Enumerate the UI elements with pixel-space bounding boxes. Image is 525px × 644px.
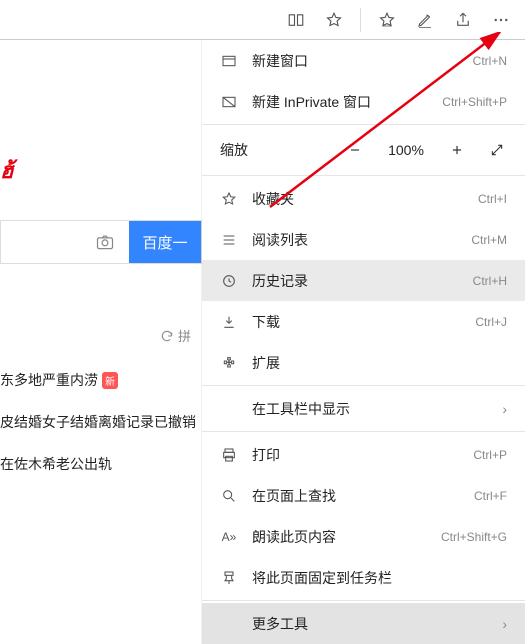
- menu-divider: [202, 385, 525, 386]
- notes-button[interactable]: [407, 2, 443, 38]
- menu-label: 在工具栏中显示: [252, 399, 488, 419]
- toolbar-separator: [360, 8, 361, 32]
- news-text: 皮结婚女子结婚离婚记录已撤销: [0, 412, 196, 432]
- dots-icon: [492, 11, 510, 29]
- read-aloud-icon: A»: [220, 530, 238, 544]
- menu-new-inprivate[interactable]: 新建 InPrivate 窗口 Ctrl+Shift+P: [202, 81, 525, 122]
- book-icon: [287, 11, 305, 29]
- menu-downloads[interactable]: 下载 Ctrl+J: [202, 301, 525, 342]
- news-item[interactable]: 在佐木希老公出轨: [0, 454, 196, 474]
- reading-view-button[interactable]: [278, 2, 314, 38]
- refresh-hint[interactable]: 拼: [160, 326, 191, 345]
- puzzle-icon: [221, 355, 237, 371]
- news-item[interactable]: 东多地严重内涝 新: [0, 370, 196, 390]
- menu-shortcut: Ctrl+Shift+G: [441, 530, 507, 544]
- menu-label: 更多工具: [252, 614, 488, 634]
- menu-divider: [202, 600, 525, 601]
- settings-menu: 新建窗口 Ctrl+N 新建 InPrivate 窗口 Ctrl+Shift+P…: [202, 40, 525, 644]
- menu-find[interactable]: 在页面上查找 Ctrl+F: [202, 475, 525, 516]
- star-icon: [221, 191, 237, 207]
- menu-print[interactable]: 打印 Ctrl+P: [202, 434, 525, 475]
- list-icon: [221, 232, 237, 248]
- menu-favorites[interactable]: 收藏夹 Ctrl+I: [202, 178, 525, 219]
- fullscreen-button[interactable]: [483, 136, 511, 164]
- zoom-value: 100%: [381, 142, 431, 158]
- news-item[interactable]: 皮结婚女子结婚离婚记录已撤销: [0, 412, 196, 432]
- camera-button[interactable]: [81, 221, 129, 263]
- favorite-star-button[interactable]: [316, 2, 352, 38]
- window-icon: [221, 53, 237, 69]
- browser-toolbar: [0, 0, 525, 40]
- refresh-label: 拼: [178, 326, 191, 345]
- menu-reading-list[interactable]: 阅读列表 Ctrl+M: [202, 219, 525, 260]
- pin-icon: [221, 570, 237, 586]
- menu-label: 扩展: [252, 353, 507, 373]
- menu-label: 阅读列表: [252, 230, 457, 250]
- menu-divider: [202, 431, 525, 432]
- search-bar: 百度一: [0, 220, 202, 264]
- menu-new-window[interactable]: 新建窗口 Ctrl+N: [202, 40, 525, 81]
- zoom-out-button[interactable]: [341, 136, 369, 164]
- menu-shortcut: Ctrl+N: [473, 54, 507, 68]
- site-logo: ฮ้: [0, 153, 12, 188]
- chevron-right-icon: ›: [502, 401, 507, 417]
- menu-pin[interactable]: 将此页面固定到任务栏: [202, 557, 525, 598]
- menu-label: 历史记录: [252, 271, 459, 291]
- menu-label: 将此页面固定到任务栏: [252, 568, 507, 588]
- star-lines-icon: [378, 11, 396, 29]
- menu-label: 新建 InPrivate 窗口: [252, 92, 428, 112]
- camera-icon: [95, 232, 115, 252]
- minus-icon: [348, 143, 362, 157]
- menu-zoom: 缩放 100%: [202, 127, 525, 173]
- menu-label: 新建窗口: [252, 51, 459, 71]
- menu-divider: [202, 124, 525, 125]
- news-text: 东多地严重内涝: [0, 370, 98, 390]
- zoom-label: 缩放: [220, 140, 329, 160]
- plus-icon: [450, 143, 464, 157]
- menu-shortcut: Ctrl+I: [478, 192, 507, 206]
- history-icon: [221, 273, 237, 289]
- chevron-right-icon: ›: [502, 616, 507, 632]
- menu-shortcut: Ctrl+F: [474, 489, 507, 503]
- print-icon: [221, 447, 237, 463]
- menu-history[interactable]: 历史记录 Ctrl+H: [202, 260, 525, 301]
- menu-shortcut: Ctrl+Shift+P: [442, 95, 507, 109]
- refresh-icon: [160, 329, 174, 343]
- more-button[interactable]: [483, 2, 519, 38]
- share-button[interactable]: [445, 2, 481, 38]
- pen-icon: [416, 11, 434, 29]
- download-icon: [221, 314, 237, 330]
- inprivate-icon: [221, 94, 237, 110]
- search-button[interactable]: 百度一: [129, 221, 201, 263]
- menu-read-aloud[interactable]: A» 朗读此页内容 Ctrl+Shift+G: [202, 516, 525, 557]
- favorites-hub-button[interactable]: [369, 2, 405, 38]
- star-icon: [325, 11, 343, 29]
- menu-label: 下载: [252, 312, 461, 332]
- menu-label: 在页面上查找: [252, 486, 460, 506]
- zoom-in-button[interactable]: [443, 136, 471, 164]
- menu-shortcut: Ctrl+M: [471, 233, 507, 247]
- menu-show-in-toolbar[interactable]: 在工具栏中显示 ›: [202, 388, 525, 429]
- menu-shortcut: Ctrl+H: [473, 274, 507, 288]
- news-text: 在佐木希老公出轨: [0, 454, 112, 474]
- menu-extensions[interactable]: 扩展: [202, 342, 525, 383]
- share-icon: [454, 11, 472, 29]
- menu-more-tools[interactable]: 更多工具 ›: [202, 603, 525, 644]
- menu-label: 朗读此页内容: [252, 527, 427, 547]
- menu-shortcut: Ctrl+P: [473, 448, 507, 462]
- menu-label: 收藏夹: [252, 189, 464, 209]
- expand-icon: [490, 143, 504, 157]
- menu-divider: [202, 175, 525, 176]
- news-list: 东多地严重内涝 新 皮结婚女子结婚离婚记录已撤销 在佐木希老公出轨: [0, 370, 196, 496]
- menu-label: 打印: [252, 445, 459, 465]
- new-badge: 新: [102, 372, 118, 389]
- search-icon: [221, 488, 237, 504]
- menu-shortcut: Ctrl+J: [475, 315, 507, 329]
